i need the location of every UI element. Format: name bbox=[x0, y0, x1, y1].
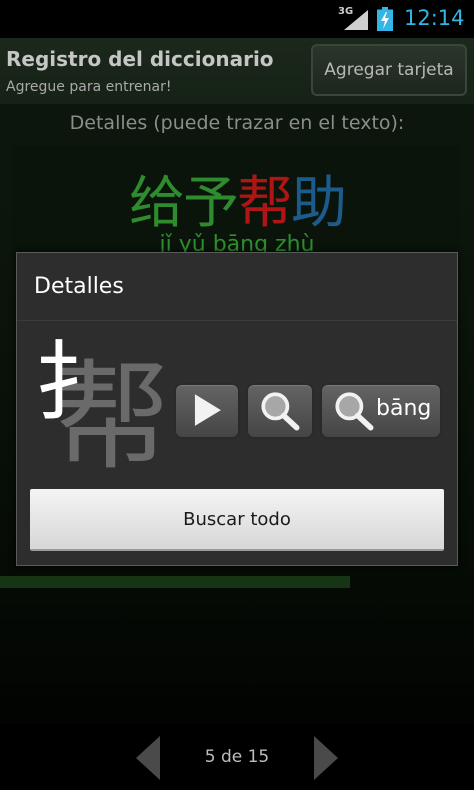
search-all-button[interactable]: Buscar todo bbox=[30, 489, 444, 551]
play-icon bbox=[194, 394, 221, 426]
dialog-divider bbox=[17, 320, 457, 321]
page-title: Registro del diccionario bbox=[6, 47, 274, 71]
status-bar bbox=[0, 0, 474, 38]
details-hint: Detalles (puede trazar en el texto): bbox=[69, 112, 405, 134]
add-card-button[interactable]: Agregar tarjeta bbox=[311, 44, 467, 96]
word-char[interactable]: 予 bbox=[183, 158, 239, 239]
signal-icon bbox=[344, 10, 368, 30]
magnifier-icon bbox=[261, 392, 300, 431]
word-char[interactable]: 给 bbox=[129, 158, 185, 239]
background-strip bbox=[0, 576, 350, 588]
clock: 12:14 bbox=[404, 6, 465, 30]
play-audio-button[interactable] bbox=[174, 383, 240, 439]
word-char[interactable]: 助 bbox=[291, 158, 347, 239]
dialog-title: Detalles bbox=[34, 274, 124, 299]
character-radical-glyph: 扌 bbox=[34, 333, 120, 433]
app-root: 3G 12:14 Registro del diccionario Agregu… bbox=[0, 0, 474, 790]
chevron-right-icon[interactable] bbox=[312, 736, 340, 780]
search-character-button[interactable] bbox=[246, 383, 314, 439]
page-indicator: 5 de 15 bbox=[204, 747, 270, 767]
search-pinyin-label: bāng bbox=[376, 396, 432, 421]
page-subtitle: Agregue para entrenar! bbox=[6, 79, 172, 95]
battery-charging-icon bbox=[377, 7, 393, 31]
word-char[interactable]: 帮 bbox=[237, 158, 293, 239]
word-hanzi[interactable]: 给予帮助 bbox=[0, 158, 474, 239]
